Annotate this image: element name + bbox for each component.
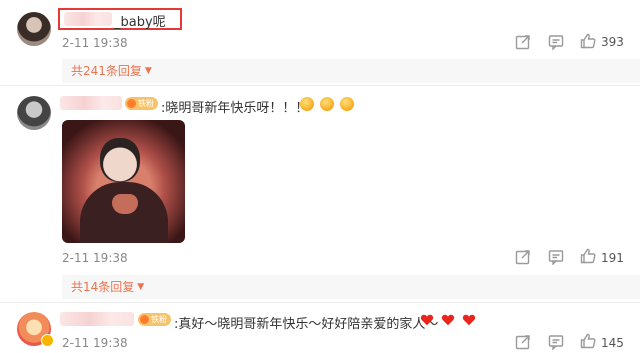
- fan-badge-label: 铁粉: [151, 315, 167, 324]
- comment-time: 2-11 19:38: [62, 36, 128, 50]
- avatar[interactable]: [17, 96, 51, 130]
- share-icon[interactable]: [515, 34, 531, 50]
- image-heart-gesture: [112, 194, 138, 214]
- username-redacted: [60, 312, 134, 326]
- fan-badge-icon: [127, 99, 136, 108]
- caret-down-icon: ▼: [144, 65, 152, 76]
- verified-badge-icon: [41, 334, 54, 347]
- view-replies-link[interactable]: 共241条回复 ▼: [71, 62, 152, 79]
- comment-text: :晓明哥新年快乐呀！！！: [161, 101, 309, 116]
- divider: [0, 85, 640, 86]
- like-count: 191: [601, 251, 624, 265]
- comment-text: :真好～晓明哥新年快乐～好好陪亲爱的家人～: [174, 317, 439, 332]
- thumbs-up-icon[interactable]: [580, 333, 596, 349]
- thumbs-up-icon[interactable]: [580, 33, 596, 49]
- smiling-face-emoji: [340, 97, 354, 111]
- replies-count-label: 共14条回复: [71, 280, 135, 294]
- comment-icon[interactable]: [548, 34, 564, 50]
- divider: [0, 302, 640, 303]
- share-icon[interactable]: [515, 334, 531, 350]
- heart-emoji: [420, 314, 434, 326]
- caret-down-icon: ▼: [137, 281, 145, 292]
- thumbs-up-icon[interactable]: [580, 248, 596, 264]
- heart-emoji: [441, 314, 455, 326]
- heart-emoji: [462, 314, 476, 326]
- like-count: 145: [601, 336, 624, 350]
- username[interactable]: _baby呢: [114, 11, 166, 30]
- replies-bar: [62, 275, 640, 299]
- share-icon[interactable]: [515, 249, 531, 265]
- username-redacted: [60, 96, 122, 110]
- view-replies-link[interactable]: 共14条回复 ▼: [71, 278, 144, 295]
- comment-image[interactable]: [62, 120, 185, 243]
- comment-time: 2-11 19:38: [62, 251, 128, 265]
- image-person-head: [100, 138, 140, 182]
- comment-icon[interactable]: [548, 334, 564, 350]
- username-redacted: [64, 12, 112, 26]
- fan-badge: 铁粉: [138, 313, 171, 326]
- avatar[interactable]: [17, 12, 51, 46]
- fan-badge-icon: [140, 315, 149, 324]
- comment-time: 2-11 19:38: [62, 336, 128, 350]
- comment-icon[interactable]: [548, 249, 564, 265]
- smiling-face-emoji: [320, 97, 334, 111]
- replies-count-label: 共241条回复: [71, 64, 142, 78]
- smiling-face-emoji: [300, 97, 314, 111]
- fan-badge: 铁粉: [125, 97, 158, 110]
- like-count: 393: [601, 35, 624, 49]
- fan-badge-label: 铁粉: [138, 99, 154, 108]
